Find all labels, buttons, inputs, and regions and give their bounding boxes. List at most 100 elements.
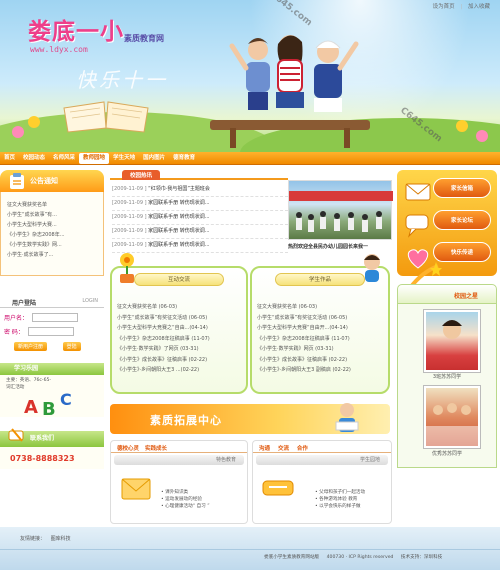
list-item[interactable]: 《小学生》成长故事》征稿启事 (02-22) — [257, 355, 388, 366]
flower-icon — [456, 120, 468, 132]
site-logo-subtitle: 素质教育网 — [124, 34, 164, 43]
nav-item-photos[interactable]: 国内图片 — [139, 152, 169, 165]
happy-delivery-button[interactable]: 快乐传递 — [433, 242, 491, 262]
header-banner: 娄底一小 素质教育网 www.ldyx.com 快乐十一 设为首页 | 加入收藏 — [0, 0, 500, 152]
site-logo[interactable]: 娄底一小 — [28, 12, 124, 46]
forum-icon — [405, 214, 429, 238]
nav-item-moral-education[interactable]: 德育教育 — [169, 152, 199, 165]
tab-cooperate[interactable]: 合作 — [297, 446, 308, 452]
list-item[interactable]: 《小学生》·乡间朝阳大王3 ...(02-22) — [117, 365, 246, 376]
list-item[interactable]: 小学生“成长故事”有奖征文活动 (06-05) — [257, 313, 388, 324]
notice-item[interactable]: 《小学生数学实践》网... — [7, 240, 97, 250]
envelope-icon — [405, 183, 431, 201]
login-label: LOGIN — [82, 298, 98, 304]
photo-caption[interactable]: 热烈欢迎全县民办幼儿园园长来我一 — [288, 243, 398, 250]
tab-moral-heart[interactable]: 德校心灵 — [117, 446, 139, 452]
parent-mailbox-button[interactable]: 家长信箱 — [433, 178, 491, 198]
rights-text: 400730 · ICP Rights reserved — [326, 555, 394, 560]
tab-exchange[interactable]: 交流 — [278, 446, 289, 452]
login-header: 用户登陆 LOGIN — [0, 298, 104, 308]
children-illustration — [210, 35, 370, 148]
study-box: 主要：英语、76c-65- 词汇活动 A B C — [0, 375, 104, 417]
flower-icon — [476, 130, 488, 142]
extension-center-banner: 素质拓展中心 — [110, 403, 390, 434]
list-item[interactable]: 征文大赛获奖名单 (06-03) — [257, 302, 388, 313]
nav-item-teachers[interactable]: 名师风采 — [49, 152, 79, 165]
parent-forum-button[interactable]: 家长论坛 — [433, 210, 491, 230]
extension-center-title: 素质拓展中心 — [150, 414, 222, 427]
add-favorite-link[interactable]: 加入收藏 — [468, 4, 490, 10]
list-item[interactable]: 《小学生》成长故事》征稿启事 (02-22) — [117, 355, 246, 366]
footer: 友情链接： 图库科技 娄底小学生素质教育网站版 400730 · ICP Rig… — [0, 527, 500, 570]
list-item[interactable]: • 各种游戏体验 教育 — [315, 496, 365, 503]
password-input[interactable] — [27, 327, 74, 336]
svg-text:B: B — [42, 399, 56, 417]
student-name[interactable]: 3班苏苏同学 — [397, 373, 497, 380]
flower-icon — [12, 126, 24, 138]
student-garden-panel: 沟通 交流 合作 学生园地 • 父母和孩子们一起活动 • 各种游戏体验 教育 •… — [252, 440, 392, 524]
tab-campus-news[interactable]: 校园热讯 — [122, 170, 161, 180]
exchange-panel-title: 互动交流 — [134, 273, 224, 286]
nav-item-home[interactable]: 首页 — [0, 152, 19, 165]
student-name[interactable]: 优秀苏苏同学 — [397, 450, 497, 457]
list-item[interactable]: • 课外知识类 — [161, 489, 210, 496]
student-photo[interactable] — [424, 310, 480, 372]
list-item[interactable]: • 以学会快乐的样子做 — [315, 503, 365, 510]
list-item[interactable]: • 父母和孩子们一起活动 — [315, 489, 365, 496]
banner-slogan: 快乐十一 — [76, 68, 168, 92]
nav-item-students[interactable]: 学生天地 — [109, 152, 139, 165]
list-item[interactable]: 征文大赛获奖名单 (06-03) — [117, 302, 246, 313]
list-item[interactable]: • 运动发展动的经验 — [161, 496, 210, 503]
login-button[interactable]: 登陆 — [62, 342, 81, 351]
student-photo[interactable] — [424, 386, 480, 448]
svg-text:C: C — [60, 390, 72, 409]
list-item[interactable]: 小学生大型科学大竞赛之“自由...(04-14) — [117, 323, 246, 334]
works-list: 征文大赛获奖名单 (06-03) 小学生“成长故事”有奖征文活动 (06-05)… — [257, 302, 388, 376]
list-item[interactable]: 《小学生·数学实践》了网页 (03-31) — [117, 344, 246, 355]
list-item[interactable]: • 心理健康活动“ 自习 ” — [161, 503, 210, 510]
list-item[interactable]: 小学生“成长故事”有奖征文活动 (06-05) — [117, 313, 246, 324]
news-photo[interactable] — [288, 180, 393, 240]
list-item[interactable]: 《小学生》杂志2008年征稿启事 (11-07) — [257, 334, 388, 345]
register-button[interactable]: 新用户注册 — [14, 342, 48, 351]
list-item[interactable]: [2009-11-09 ] 家园联系手册 转伤现状调... — [112, 225, 288, 239]
nav-item-news[interactable]: 校园动态 — [19, 152, 49, 165]
contact-header: 联系我们 — [0, 428, 104, 447]
notice-item[interactable]: 征文大赛获奖名单 — [7, 200, 97, 210]
username-input[interactable] — [32, 313, 79, 322]
exchange-list: 征文大赛获奖名单 (06-03) 小学生“成长故事”有奖征文活动 (06-05)… — [117, 302, 246, 376]
contact-phone: 0738-8888323 — [0, 447, 104, 469]
study-text-line: 主要：英语、76c-65- — [6, 378, 52, 383]
tab-practice-growth[interactable]: 实践成长 — [145, 446, 167, 452]
friend-links: 友情链接： 图库科技 — [20, 535, 71, 542]
flower-icon — [28, 116, 40, 128]
school-stars-header: 校园之星 — [397, 284, 497, 304]
tab-communicate[interactable]: 沟通 — [259, 446, 270, 452]
main-nav: 首页 校园动态 名师风采 教师园地 学生天地 国内图片 德育教育 — [0, 152, 500, 165]
kid-reading-icon — [335, 403, 359, 432]
list-item[interactable]: 《小学生》杂志2008年征稿启事 (11-07) — [117, 334, 246, 345]
notice-item[interactable]: 《小学生》杂志2008年... — [7, 230, 97, 240]
letter-icon — [121, 478, 151, 500]
study-header: 学习乐园 — [0, 363, 104, 375]
abc-blocks-icon: A B C — [24, 390, 72, 417]
moral-education-tabs: 德校心灵 实践成长 — [111, 441, 247, 453]
works-panel-title: 学生作品 — [275, 273, 365, 286]
clipboard-icon — [10, 173, 24, 189]
notice-item[interactable]: 小学生大型科学大赛... — [7, 220, 97, 230]
list-item[interactable]: 《小学生》·乡间朝阳大王3 副稿启 (02-22) — [257, 365, 388, 376]
nav-item-teacher-garden[interactable]: 教师园地 — [79, 153, 110, 164]
notice-item[interactable]: 小学生·成长故事了... — [7, 250, 97, 260]
student-garden-bar: 学生园地 — [256, 455, 388, 465]
list-item[interactable]: 小学生大型科学大竞赛“自由开...(04-14) — [257, 323, 388, 334]
list-item[interactable]: [2009-11-09 ] “红领巾·我与祖国”主题班会 — [112, 183, 288, 197]
quick-links-box: 家长信箱 家长论坛 快乐传递 — [397, 170, 497, 276]
set-homepage-link[interactable]: 设为首页 — [433, 4, 455, 10]
notice-item[interactable]: 小学生“成长故事”有... — [7, 210, 97, 220]
list-item[interactable]: 《小学生·数学实践》网页 (03-31) — [257, 344, 388, 355]
list-item[interactable]: [2009-11-09 ] 家园联系手册 转伤现状调... — [112, 211, 288, 225]
news-list: [2009-11-09 ] “红领巾·我与祖国”主题班会 [2009-11-09… — [112, 183, 288, 253]
tech-support-text: 技术支持：深圳科技 — [400, 555, 443, 560]
list-item[interactable]: [2009-11-09 ] 家园联系手册 转伤现状调... — [112, 197, 288, 211]
friend-link[interactable]: 图库科技 — [51, 536, 71, 542]
